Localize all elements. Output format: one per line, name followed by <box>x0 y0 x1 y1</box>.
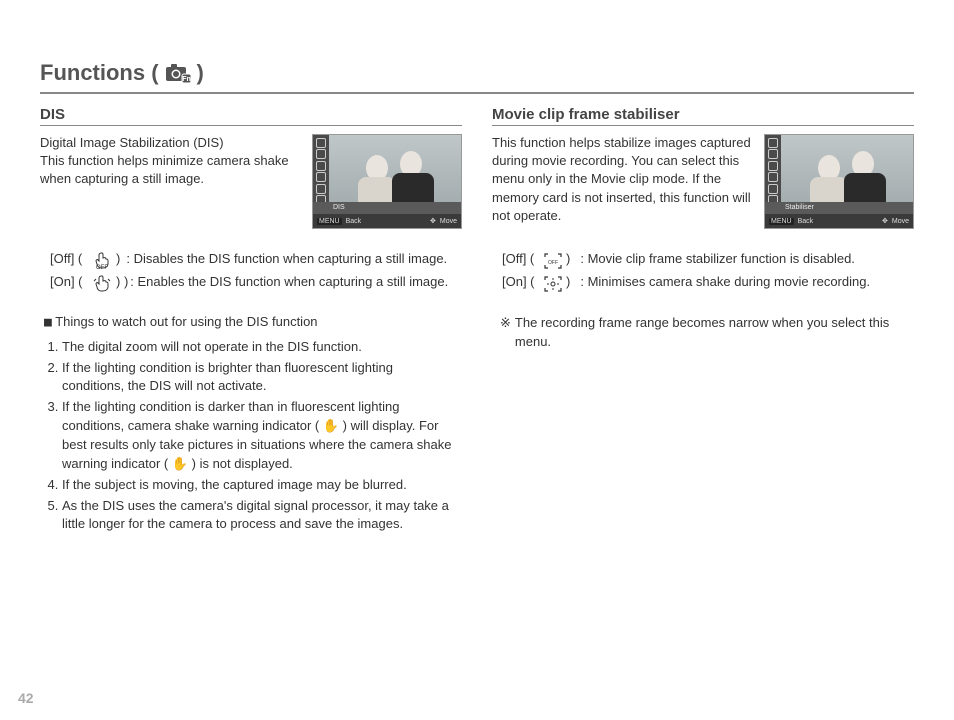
frame-on-icon <box>544 276 562 292</box>
stab-option-off: [Off] ( OFF ) : Movie clip frame stabili… <box>502 247 914 270</box>
dis-notes-list: The digital zoom will not operate in the… <box>62 338 462 534</box>
stab-on-desc: : Minimises camera shake during movie re… <box>580 270 870 293</box>
dis-on-desc: : Enables the DIS function when capturin… <box>130 270 448 293</box>
nav-icon: ✥ <box>430 217 436 225</box>
dis-option-off: [Off] ( OFF ) : Disables the DIS functio… <box>50 247 462 270</box>
screenshot-menu: MENU <box>769 218 794 225</box>
svg-text:OFF: OFF <box>96 265 108 270</box>
stab-option-on: [On] ( ) : Minimises camera shake during… <box>502 270 914 293</box>
dis-option-on: [On] ( ) ) : Enables the DIS function wh… <box>50 270 462 293</box>
screenshot-back: Back <box>798 218 814 225</box>
things-heading: ■ Things to watch out for using the DIS … <box>44 314 462 330</box>
screenshot-label: Stabiliser <box>765 202 913 214</box>
dis-screenshot: DIS MENU Back ✥ Move <box>312 134 462 229</box>
svg-text:Fn: Fn <box>182 76 191 83</box>
dis-off-desc: : Disables the DIS function when capturi… <box>126 247 447 270</box>
note-item: As the DIS uses the camera's digital sig… <box>62 497 462 535</box>
page-number: 42 <box>18 690 34 706</box>
frame-off-icon: OFF <box>544 253 562 269</box>
hand-off-icon: OFF <box>92 252 112 270</box>
title-suffix: ) <box>197 60 204 86</box>
left-column: DIS Digital Image Stabilization (DIS) Th… <box>40 106 462 536</box>
note-item: If the lighting condition is darker than… <box>62 398 462 473</box>
stabiliser-note: ※ The recording frame range becomes narr… <box>500 314 914 352</box>
stabiliser-options: [Off] ( OFF ) : Movie clip frame stabili… <box>502 247 914 294</box>
page-title: Functions ( Fn ) <box>40 60 914 94</box>
stabiliser-heading: Movie clip frame stabiliser <box>492 106 914 126</box>
stab-off-desc: : Movie clip frame stabilizer function i… <box>580 247 855 270</box>
note-item: If the lighting condition is brighter th… <box>62 359 462 397</box>
dis-intro: Digital Image Stabilization (DIS) This f… <box>40 134 302 189</box>
nav-icon: ✥ <box>882 217 888 225</box>
hand-on-icon <box>92 275 112 293</box>
screenshot-label: DIS <box>313 202 461 214</box>
dis-options: [Off] ( OFF ) : Disables the DIS functio… <box>50 247 462 294</box>
right-column: Movie clip frame stabiliser This functio… <box>492 106 914 536</box>
screenshot-back: Back <box>346 218 362 225</box>
screenshot-move: Move <box>440 218 457 225</box>
square-marker: ■ <box>44 315 52 330</box>
note-item: If the subject is moving, the captured i… <box>62 476 462 495</box>
stabiliser-intro: This function helps stabilize images cap… <box>492 134 754 225</box>
note-item: The digital zoom will not operate in the… <box>62 338 462 357</box>
screenshot-menu: MENU <box>317 218 342 225</box>
title-prefix: Functions ( <box>40 60 159 86</box>
stabiliser-screenshot: Stabiliser MENU Back ✥ Move <box>764 134 914 229</box>
reference-mark: ※ <box>500 314 511 352</box>
camera-fn-icon: Fn <box>165 63 191 83</box>
screenshot-move: Move <box>892 218 909 225</box>
dis-heading: DIS <box>40 106 462 126</box>
svg-text:OFF: OFF <box>548 260 558 266</box>
